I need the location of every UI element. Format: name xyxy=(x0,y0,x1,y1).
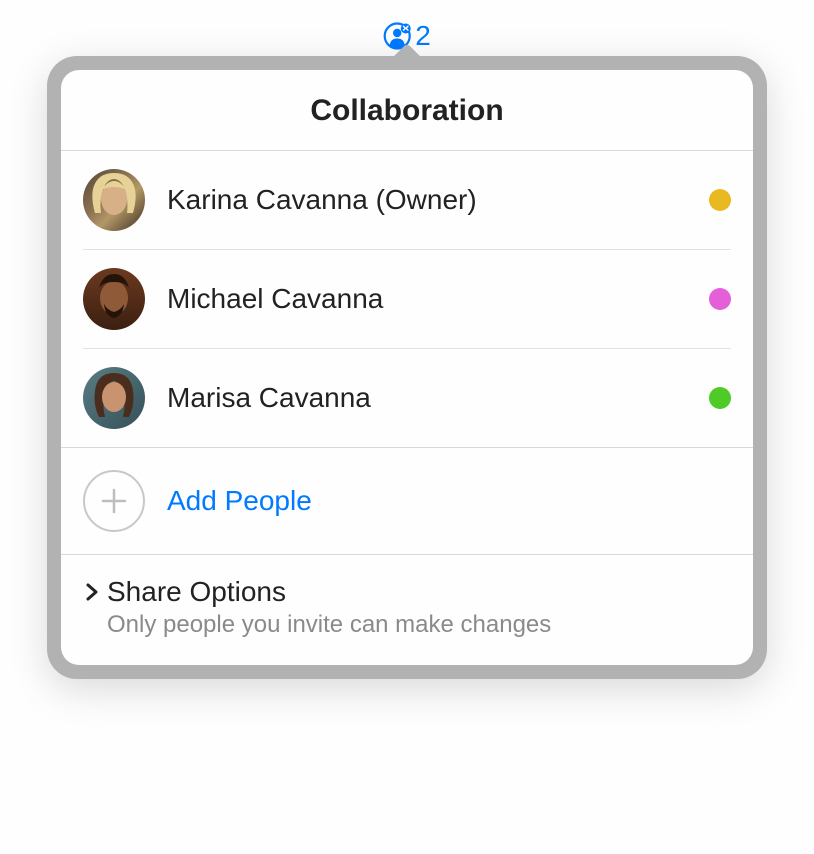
avatar xyxy=(83,367,145,429)
person-name: Michael Cavanna xyxy=(167,283,687,315)
status-dot xyxy=(709,189,731,211)
status-dot xyxy=(709,387,731,409)
share-options-button[interactable]: Share Options Only people you invite can… xyxy=(61,555,753,665)
avatar xyxy=(83,169,145,231)
status-dot xyxy=(709,288,731,310)
person-row[interactable]: Marisa Cavanna xyxy=(83,348,731,447)
add-people-button[interactable]: Add People xyxy=(61,448,753,555)
person-row[interactable]: Michael Cavanna xyxy=(83,249,731,348)
person-name: Marisa Cavanna xyxy=(167,382,687,414)
people-list: Karina Cavanna (Owner) Michael Cavanna xyxy=(61,151,753,448)
share-options-subtitle: Only people you invite can make changes xyxy=(107,611,731,639)
share-options-title: Share Options xyxy=(107,575,731,609)
person-row[interactable]: Karina Cavanna (Owner) xyxy=(83,151,731,249)
chevron-right-icon xyxy=(83,581,101,603)
person-name: Karina Cavanna (Owner) xyxy=(167,184,687,216)
avatar xyxy=(83,268,145,330)
popover-title: Collaboration xyxy=(61,70,753,151)
collaboration-popover: Collaboration Karina Cavanna (Owner) xyxy=(47,56,767,679)
add-people-label: Add People xyxy=(167,485,312,517)
plus-icon xyxy=(83,470,145,532)
